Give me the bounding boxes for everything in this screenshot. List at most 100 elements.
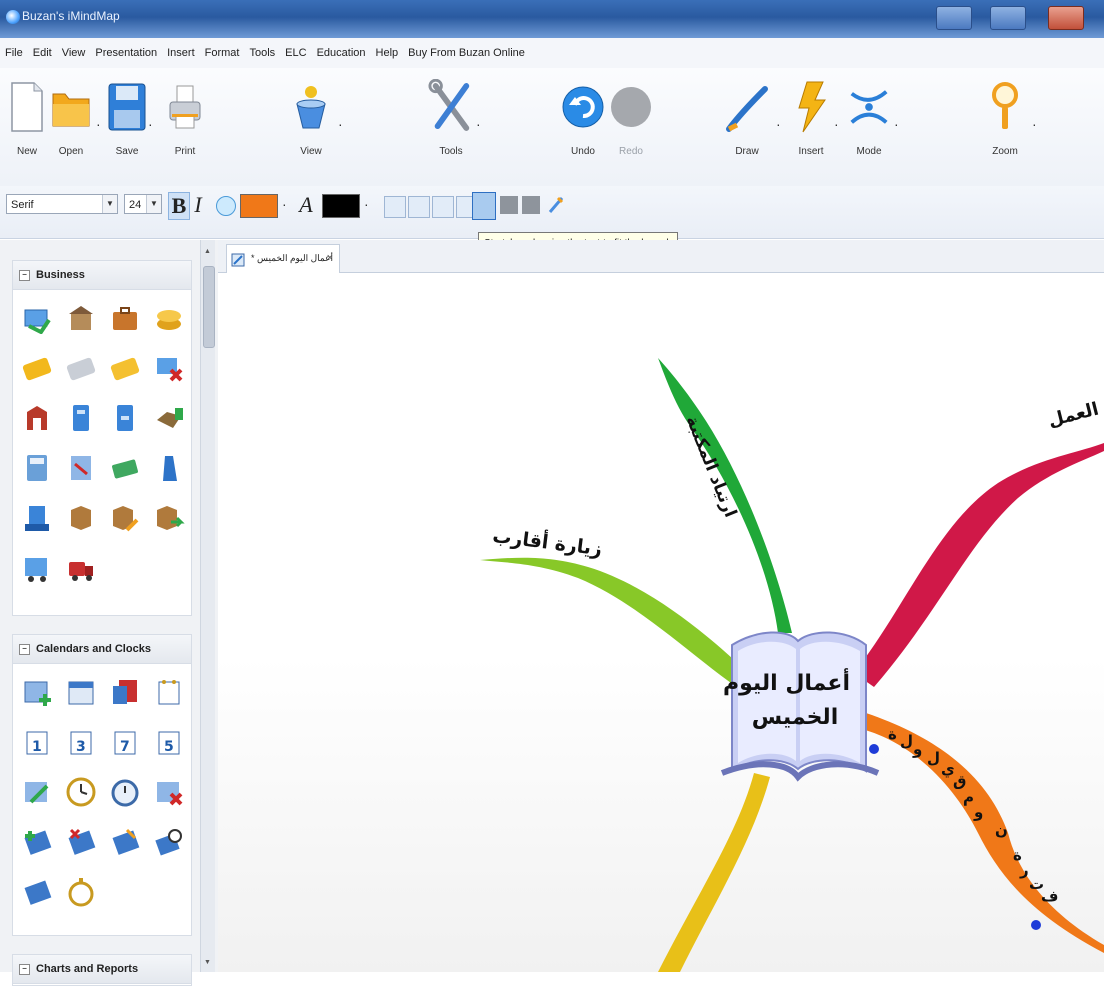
document-tab[interactable]: أعمال اليوم الخميس * × bbox=[226, 244, 340, 273]
menu-education[interactable]: Education bbox=[312, 47, 371, 59]
menu-format[interactable]: Format bbox=[200, 47, 245, 59]
print-button[interactable]: Print bbox=[162, 76, 208, 157]
menu-help[interactable]: Help bbox=[371, 47, 404, 59]
branch-color-swatch[interactable] bbox=[240, 194, 278, 218]
insert-dropdown[interactable]: · bbox=[834, 116, 839, 132]
briefcase-icon[interactable] bbox=[107, 300, 143, 336]
menu-insert[interactable]: Insert bbox=[162, 47, 200, 59]
draw-button[interactable]: Draw bbox=[724, 76, 770, 157]
clock-icon[interactable] bbox=[63, 774, 99, 810]
calendar-5-icon[interactable]: 5 bbox=[151, 724, 187, 760]
coins-icon[interactable] bbox=[151, 300, 187, 336]
bank-icon[interactable] bbox=[63, 300, 99, 336]
draw-dropdown[interactable]: · bbox=[776, 116, 781, 132]
building-alt-icon[interactable] bbox=[107, 400, 143, 436]
cart-full-icon[interactable] bbox=[19, 550, 55, 586]
mindmap-canvas[interactable]: أعمال اليوم الخميس العمل ارتياد المكتبة … bbox=[218, 273, 1104, 972]
package-edit-icon[interactable] bbox=[107, 500, 143, 536]
view-button[interactable]: View bbox=[288, 76, 334, 157]
branch-node-dot[interactable] bbox=[1031, 920, 1041, 930]
branch-visit[interactable] bbox=[480, 557, 746, 688]
font-size-select[interactable]: 24 ▼ bbox=[124, 194, 162, 214]
menu-elc[interactable]: ELC bbox=[280, 47, 311, 59]
maximize-button[interactable] bbox=[990, 6, 1026, 30]
open-dropdown[interactable]: · bbox=[96, 116, 101, 132]
menu-presentation[interactable]: Presentation bbox=[90, 47, 162, 59]
shop-icon[interactable] bbox=[19, 400, 55, 436]
money-icon[interactable] bbox=[107, 450, 143, 486]
cart-icon[interactable] bbox=[19, 300, 55, 336]
card-silver-icon[interactable] bbox=[63, 350, 99, 386]
mode-dropdown[interactable]: · bbox=[894, 116, 899, 132]
save-dropdown[interactable]: · bbox=[148, 116, 153, 132]
stretch-text-button[interactable] bbox=[472, 192, 496, 220]
branch-yellow[interactable] bbox=[658, 773, 770, 972]
office-icon[interactable] bbox=[19, 500, 55, 536]
package-send-icon[interactable] bbox=[151, 500, 187, 536]
calendar-add-icon[interactable] bbox=[19, 674, 55, 710]
diary-edit-icon[interactable] bbox=[107, 824, 143, 860]
diary-search-icon[interactable] bbox=[151, 824, 187, 860]
stopwatch-icon[interactable] bbox=[63, 874, 99, 910]
package-icon[interactable] bbox=[63, 500, 99, 536]
view-dropdown[interactable]: · bbox=[338, 116, 343, 132]
mode-button[interactable]: Mode bbox=[846, 76, 892, 157]
scroll-down-icon[interactable]: ▼ bbox=[204, 959, 211, 966]
shape-alt-button[interactable] bbox=[522, 196, 540, 214]
tower-icon[interactable] bbox=[151, 450, 187, 486]
building-icon[interactable] bbox=[63, 400, 99, 436]
diary-remove-icon[interactable] bbox=[63, 824, 99, 860]
font-family-select[interactable]: Serif ▼ bbox=[6, 194, 118, 214]
align-right-button[interactable] bbox=[432, 196, 454, 218]
calendar-3-icon[interactable]: 3 bbox=[63, 724, 99, 760]
calendar-edit-icon[interactable] bbox=[19, 774, 55, 810]
scrollbar-thumb[interactable] bbox=[203, 266, 215, 348]
diary-icon[interactable] bbox=[19, 874, 55, 910]
menu-tools[interactable]: Tools bbox=[244, 47, 280, 59]
charts-panel-header[interactable]: − Charts and Reports bbox=[13, 955, 191, 984]
text-color-icon[interactable]: A bbox=[296, 192, 316, 218]
zoom-button[interactable]: Zoom bbox=[982, 76, 1028, 157]
handshake-icon[interactable] bbox=[151, 400, 187, 436]
branch-color-icon[interactable] bbox=[216, 196, 236, 216]
text-color-dropdown[interactable]: · bbox=[364, 196, 369, 212]
card-gold-icon[interactable] bbox=[107, 350, 143, 386]
close-tab-icon[interactable]: × bbox=[327, 245, 333, 271]
italic-button[interactable]: I bbox=[190, 192, 206, 218]
new-button[interactable]: New bbox=[4, 76, 50, 157]
align-center-button[interactable] bbox=[408, 196, 430, 218]
bold-button[interactable]: B bbox=[168, 192, 190, 220]
redo-button[interactable]: Redo bbox=[608, 76, 654, 157]
diary-add-icon[interactable] bbox=[19, 824, 55, 860]
branch-work[interactable] bbox=[854, 443, 1104, 687]
minimize-button[interactable] bbox=[936, 6, 972, 30]
truck-icon[interactable] bbox=[63, 550, 99, 586]
menu-file[interactable]: File bbox=[0, 47, 28, 59]
save-button[interactable]: Save bbox=[104, 76, 150, 157]
alarm-clock-icon[interactable] bbox=[107, 774, 143, 810]
central-idea-title[interactable]: أعمال اليوم الخميس bbox=[723, 667, 850, 735]
branch-color-dropdown[interactable]: · bbox=[282, 196, 287, 212]
close-window-button[interactable] bbox=[1048, 6, 1084, 30]
menu-buy-online[interactable]: Buy From Buzan Online bbox=[403, 47, 530, 59]
scroll-up-icon[interactable]: ▲ bbox=[204, 248, 211, 255]
branch-nap[interactable] bbox=[858, 713, 1104, 953]
calendar-blank-icon[interactable] bbox=[151, 674, 187, 710]
zoom-dropdown[interactable]: · bbox=[1032, 116, 1037, 132]
calculator-icon[interactable] bbox=[19, 450, 55, 486]
tools-button[interactable]: Tools bbox=[428, 76, 474, 157]
text-color-swatch[interactable] bbox=[322, 194, 360, 218]
calendar-1-icon[interactable]: 1 bbox=[19, 724, 55, 760]
business-panel-header[interactable]: − Business bbox=[13, 261, 191, 290]
document-icon[interactable] bbox=[63, 450, 99, 486]
tools-dropdown[interactable]: · bbox=[476, 116, 481, 132]
open-button[interactable]: Open bbox=[48, 76, 94, 157]
menu-edit[interactable]: Edit bbox=[28, 47, 57, 59]
branch-node-dot[interactable] bbox=[869, 744, 879, 754]
undo-button[interactable]: Undo bbox=[560, 76, 606, 157]
calendar-remove-icon[interactable] bbox=[151, 774, 187, 810]
calendar-7-icon[interactable]: 7 bbox=[107, 724, 143, 760]
menu-view[interactable]: View bbox=[57, 47, 91, 59]
align-left-button[interactable] bbox=[384, 196, 406, 218]
magic-wand-icon[interactable] bbox=[548, 196, 564, 214]
